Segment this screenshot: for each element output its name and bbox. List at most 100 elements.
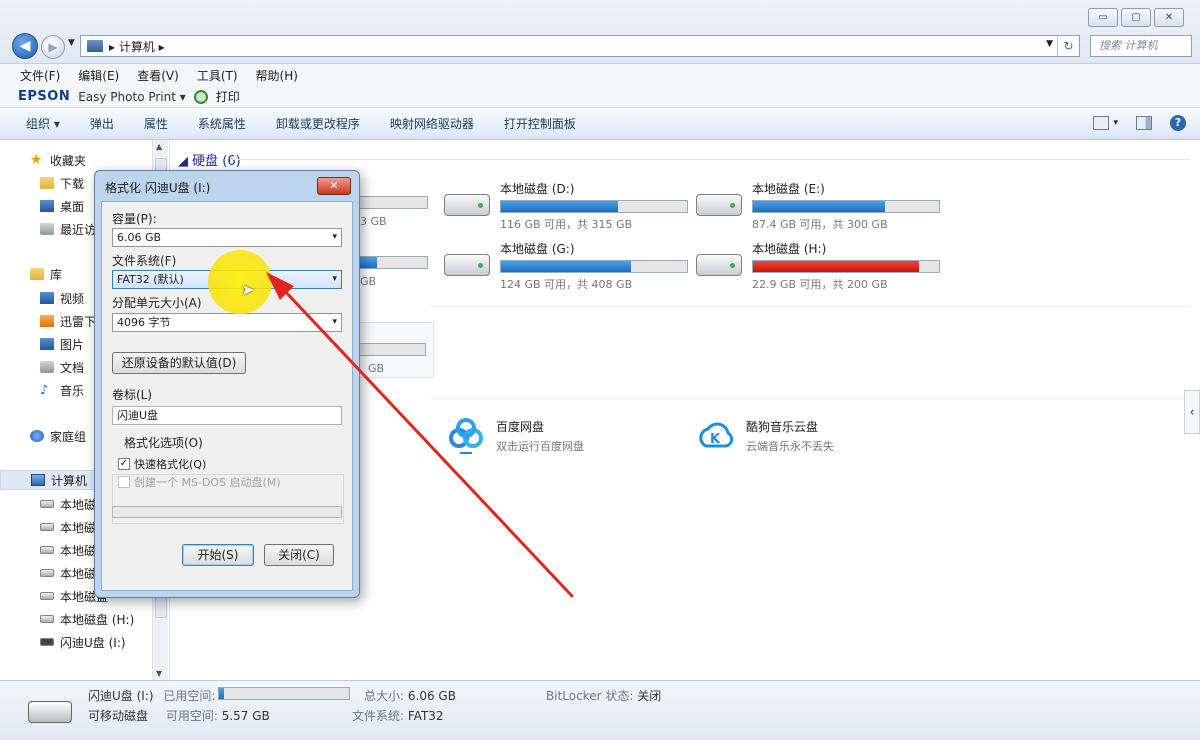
nav-pictures[interactable]: 图片: [40, 334, 84, 354]
refresh-icon[interactable]: ↻: [1057, 36, 1079, 56]
nav-usb-drive[interactable]: 闪迪U盘 (I:): [40, 632, 126, 652]
menu-tools[interactable]: 工具(T): [197, 67, 238, 84]
close-window-button[interactable]: ✕: [1154, 8, 1184, 27]
svg-text:K: K: [710, 432, 721, 447]
restore-defaults-button[interactable]: 还原设备的默认值(D): [112, 352, 246, 374]
details-file-system: 文件系统: FAT32: [352, 707, 444, 724]
capacity-select[interactable]: 6.06 GB ▾: [112, 228, 342, 247]
checkbox-empty-icon: [118, 476, 130, 488]
capacity-label: 容量(P):: [112, 212, 157, 226]
eject-button[interactable]: 弹出: [90, 115, 114, 132]
nav-drive-h[interactable]: 本地磁盘 (H:): [40, 609, 134, 629]
recent-pages-dropdown[interactable]: ▼: [68, 38, 75, 48]
nav-label: 下载: [60, 176, 85, 191]
open-control-panel-button[interactable]: 打开控制面板: [504, 115, 576, 132]
scroll-down-icon[interactable]: ▼: [156, 669, 162, 678]
maximize-button[interactable]: ▢: [1121, 8, 1151, 27]
view-options-dropdown[interactable]: ▾: [1113, 118, 1118, 128]
details-bitlocker: BitLocker 状态: 关闭: [546, 687, 661, 704]
removable-tile-partial[interactable]: GB: [360, 322, 434, 378]
capacity-value: 6.06 GB: [117, 231, 162, 244]
msdos-startup-checkbox[interactable]: 创建一个 MS-DOS 启动盘(M): [118, 474, 281, 490]
preview-pane-icon[interactable]: [1136, 116, 1152, 130]
drive-e[interactable]: 本地磁盘 (E:) 87.4 GB 可用，共 300 GB: [696, 180, 940, 232]
usb-drive-icon: [28, 701, 72, 723]
hard-drive-icon: [444, 254, 490, 276]
drive-free-space: 22.9 GB 可用，共 200 GB: [752, 278, 888, 291]
address-bar[interactable]: ▸ 计算机 ▸ ▼ ↻: [80, 35, 1080, 57]
cloud-desc: 云端音乐永不丢失: [746, 440, 834, 453]
drive-free-space: 87.4 GB 可用，共 300 GB: [752, 218, 888, 231]
details-pane: 闪迪U盘 (I:) 已用空间: 可移动磁盘 可用空间: 5.57 GB 总大小:…: [0, 680, 1200, 740]
star-icon: ★: [30, 152, 43, 168]
nav-library[interactable]: 库: [30, 264, 62, 284]
used-space-bar: [218, 687, 350, 700]
start-button[interactable]: 开始(S): [182, 544, 254, 566]
easy-photo-print-dropdown[interactable]: Easy Photo Print ▾: [78, 90, 186, 104]
print-button[interactable]: 打印: [216, 88, 240, 105]
drive-h[interactable]: 本地磁盘 (H:) 22.9 GB 可用，共 200 GB: [696, 240, 940, 292]
scroll-up-icon[interactable]: ▲: [156, 142, 162, 151]
kugou-cloud-disk[interactable]: K 酷狗音乐云盘 云端音乐永不丢失: [696, 416, 834, 456]
organize-button[interactable]: 组织 ▾: [26, 115, 60, 132]
menu-view[interactable]: 查看(V): [137, 67, 179, 84]
file-system-label: 文件系统:: [352, 709, 405, 723]
drive-name: 本地磁盘 (H:): [752, 242, 827, 256]
drive-g[interactable]: 本地磁盘 (G:) 124 GB 可用，共 408 GB: [444, 240, 688, 292]
nav-videos[interactable]: 视频: [40, 288, 84, 308]
nav-downloads[interactable]: 下载: [40, 173, 84, 193]
search-input[interactable]: 搜索 计算机: [1090, 35, 1192, 57]
drive-c-free-partial: 3 GB: [360, 215, 387, 228]
checkbox-checked-icon: ✓: [118, 458, 130, 470]
baidu-netdisk[interactable]: 百度网盘 双击运行百度网盘: [446, 416, 584, 456]
address-path: ▸ 计算机 ▸: [109, 39, 165, 54]
menu-file[interactable]: 文件(F): [20, 67, 60, 84]
quick-format-label: 快速格式化(Q): [134, 458, 207, 471]
map-network-drive-button[interactable]: 映射网络驱动器: [390, 115, 474, 132]
drive-usage-bar: [752, 200, 940, 213]
free-space-label: 可用空间:: [165, 709, 218, 723]
library-icon: [30, 268, 44, 280]
documents-icon: [40, 361, 54, 373]
cloud-name: 百度网盘: [496, 420, 545, 434]
system-properties-button[interactable]: 系统属性: [198, 115, 246, 132]
dialog-close-button[interactable]: ✕: [317, 177, 351, 195]
forward-arrow-icon[interactable]: ▶: [41, 35, 65, 59]
menu-help[interactable]: 帮助(H): [256, 67, 298, 84]
drive-d[interactable]: 本地磁盘 (D:) 116 GB 可用，共 315 GB: [444, 180, 688, 232]
properties-button[interactable]: 属性: [144, 115, 168, 132]
window-controls: ▭ ▢ ✕: [1088, 8, 1184, 27]
quick-format-checkbox[interactable]: ✓ 快速格式化(Q): [118, 456, 206, 472]
used-space-label: 已用空间:: [163, 689, 216, 703]
dropdown-arrow-icon: ▾: [332, 274, 337, 284]
nav-music[interactable]: ♪ 音乐: [40, 380, 84, 400]
collapse-pane-handle[interactable]: ‹: [1184, 390, 1200, 434]
drive-f-bar-partial: [360, 256, 428, 269]
nav-label: 收藏夹: [50, 153, 87, 168]
minimize-button[interactable]: ▭: [1088, 8, 1118, 27]
details-drive-type: 可移动磁盘 可用空间: 5.57 GB: [88, 707, 270, 724]
drive-icon: [40, 569, 54, 577]
volume-label-input[interactable]: 闪迪U盘: [112, 406, 342, 425]
close-button[interactable]: 关闭(C): [264, 544, 334, 566]
help-icon[interactable]: ?: [1170, 115, 1186, 131]
change-view-icon[interactable]: [1093, 116, 1110, 130]
nav-homegroup[interactable]: 家庭组: [30, 426, 86, 446]
nav-documents[interactable]: 文档: [40, 357, 84, 377]
uninstall-program-button[interactable]: 卸载或更改程序: [276, 115, 360, 132]
cloud-desc: 双击运行百度网盘: [496, 440, 584, 453]
back-arrow-icon[interactable]: ◀: [12, 33, 38, 59]
free-space-value: 5.57 GB: [221, 709, 270, 723]
bitlocker-value: 关闭: [637, 689, 662, 703]
details-drive-name: 闪迪U盘 (I:) 已用空间:: [88, 687, 215, 704]
nav-desktop[interactable]: 桌面: [40, 196, 84, 216]
print-icon[interactable]: [193, 89, 208, 104]
downloads-folder-icon: [40, 177, 54, 189]
computer-icon: [87, 40, 103, 52]
allocation-unit-select[interactable]: 4096 字节 ▾: [112, 313, 342, 332]
collapse-triangle-icon: ◢: [178, 154, 193, 169]
nav-favorites[interactable]: ★ 收藏夹: [30, 150, 86, 170]
address-dropdown-icon[interactable]: ▼: [1046, 39, 1053, 49]
menu-edit[interactable]: 编辑(E): [78, 67, 119, 84]
computer-icon: [31, 474, 45, 486]
